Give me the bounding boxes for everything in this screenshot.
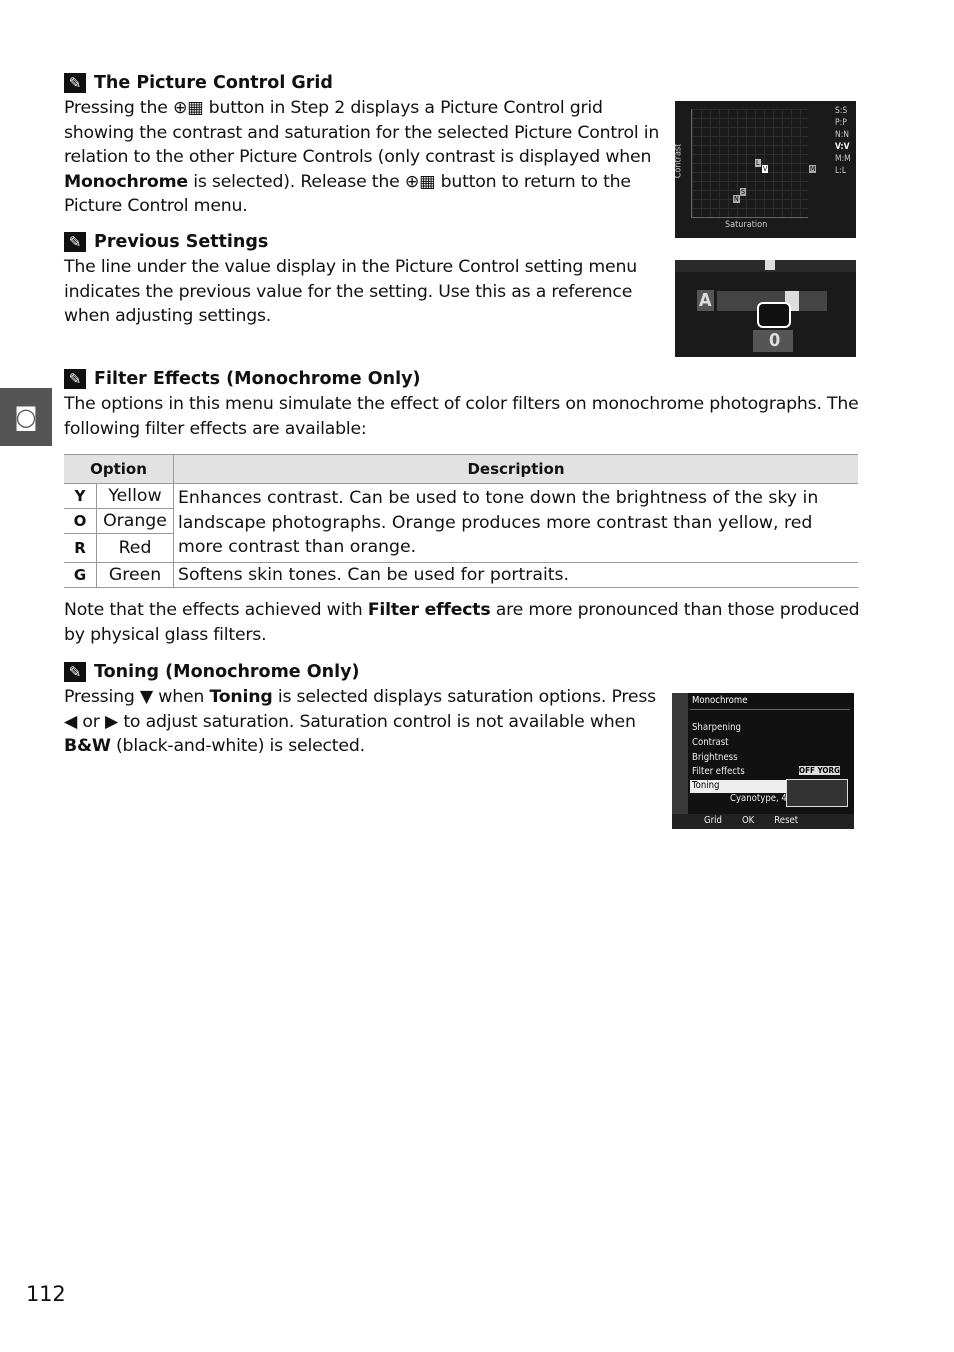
picture-control-grid-screenshot: Contrast Saturation L V S N M S:S P:P N:N V… <box>675 101 856 238</box>
heading-text: The Picture Control Grid <box>94 73 333 93</box>
heading-filter-effects: ✎ Filter Effects (Monochrome Only) <box>64 368 421 390</box>
previous-settings-screenshot: A 0 <box>675 260 856 357</box>
manual-page: ✎ The Picture Control Grid Pressing the ⊕… <box>0 0 954 1352</box>
shooting-menu-tab: ◙ <box>0 388 52 446</box>
table-row: G Green Softens skin tones. Can be used fo… <box>64 562 858 588</box>
previous-settings-paragraph: The line under the value display in the … <box>64 257 637 327</box>
heading-previous-settings: ✎ Previous Settings <box>64 231 268 253</box>
filter-effects-paragraph: The options in this menu simulate the ef… <box>64 394 859 439</box>
pencil-note-icon: ✎ <box>64 232 86 252</box>
toning-paragraph: Pressing ▼ when Toning is selected displ… <box>64 687 656 757</box>
page-number: 112 <box>26 1282 66 1306</box>
heading-picture-control-grid: ✎ The Picture Control Grid <box>64 72 333 94</box>
table-row: Y Yellow Enhances contrast. Can be used to… <box>64 483 858 563</box>
monochrome-menu-screenshot: Monochrome Sharpening Contrast Brightness F… <box>672 693 854 829</box>
pencil-note-icon: ✎ <box>64 369 86 389</box>
heading-toning: ✎ Toning (Monochrome Only) <box>64 661 360 683</box>
camera-icon: ◙ <box>14 403 38 431</box>
filter-note-paragraph: Note that the effects achieved with Filt… <box>64 600 860 645</box>
pencil-note-icon: ✎ <box>64 662 86 682</box>
pencil-note-icon: ✎ <box>64 73 86 93</box>
grid-paragraph: Pressing the ⊕▦ button in Step 2 display… <box>64 98 660 217</box>
filter-effects-table: Option Description Y Yellow Enhances contra… <box>64 454 858 588</box>
